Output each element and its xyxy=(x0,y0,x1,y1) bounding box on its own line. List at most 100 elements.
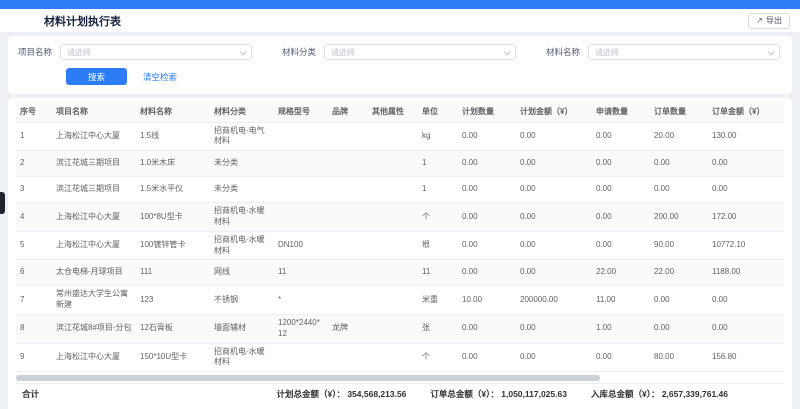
table-cell: 网线 xyxy=(210,260,274,286)
table-cell: 滨江花城三期项目 xyxy=(52,177,136,203)
column-header: 单位 xyxy=(418,102,458,122)
search-button[interactable]: 搜索 xyxy=(66,68,127,85)
table-cell: 0.00 xyxy=(458,151,516,177)
table-cell: 11.00 xyxy=(592,286,650,315)
filter-select-2[interactable]: 请选择 xyxy=(324,44,516,60)
table-row: 3滨江花城三期项目1.5米水平仪未分类10.000.000.000.000.00 xyxy=(16,177,784,203)
table-cell: 11 xyxy=(418,260,458,286)
clear-search-button[interactable]: 清空检索 xyxy=(143,71,177,83)
table-cell xyxy=(274,151,328,177)
table-cell xyxy=(368,122,418,151)
filter-select-3[interactable]: 请选择 xyxy=(588,44,780,60)
table-header-row: 序号项目名称材料名称材料分类规格型号品牌其他属性单位计划数量计划金额（¥）申请数… xyxy=(16,102,784,122)
table-cell: 根 xyxy=(418,231,458,260)
table-cell: 130.00 xyxy=(708,122,784,151)
table-cell: 2 xyxy=(16,151,52,177)
table-cell: 1 xyxy=(418,151,458,177)
table-cell: 招商机电-水暖材料 xyxy=(210,343,274,372)
table-cell: 11 xyxy=(274,260,328,286)
column-header: 其他属性 xyxy=(368,102,418,122)
table-cell: 0.00 xyxy=(592,231,650,260)
table-cell xyxy=(274,203,328,232)
summary-item-value: 354,568,213.56 xyxy=(345,389,406,399)
table-cell: 0.00 xyxy=(708,177,784,203)
table-cell: 0.00 xyxy=(458,177,516,203)
table-cell: 12石膏板 xyxy=(136,314,210,343)
table-cell xyxy=(328,151,368,177)
sidebar-collapse-handle[interactable] xyxy=(0,192,5,214)
export-button[interactable]: ↗ 导出 xyxy=(748,13,790,29)
table-cell: 张 xyxy=(418,314,458,343)
table-cell: 7 xyxy=(16,286,52,315)
table-cell: 上海松江中心大厦 xyxy=(52,203,136,232)
table-cell: 5 xyxy=(16,231,52,260)
table-cell xyxy=(274,177,328,203)
table-cell: 上海松江中心大厦 xyxy=(52,122,136,151)
table-cell xyxy=(368,151,418,177)
table-cell: 0.00 xyxy=(458,314,516,343)
table-cell: 111 xyxy=(136,260,210,286)
filter-label: 材料名称 xyxy=(546,46,580,58)
table-row: 8滨江花城8#项目-分包12石膏板墙面辅材1200*2440*12龙牌张0.00… xyxy=(16,314,784,343)
table-cell: 100*8U型卡 xyxy=(136,203,210,232)
table-cell xyxy=(274,122,328,151)
table-cell: 不锈钢 xyxy=(210,286,274,315)
column-header: 序号 xyxy=(16,102,52,122)
filter-select-1[interactable]: 请选择 xyxy=(60,44,252,60)
summary-total-label: 合计 xyxy=(16,388,39,400)
table-cell: 未分类 xyxy=(210,151,274,177)
table-cell: 招商机电-水暖材料 xyxy=(210,203,274,232)
filter-group-3: 材料名称 请选择 xyxy=(546,44,782,60)
summary-item-value: 2,657,339,761.46 xyxy=(659,389,728,399)
table-cell: 172.00 xyxy=(708,203,784,232)
table-cell xyxy=(368,343,418,372)
select-placeholder: 请选择 xyxy=(331,47,355,58)
summary-item: 入库总金额（¥）： 2,657,339,761.46 xyxy=(591,388,728,400)
filter-group-2: 材料分类请选择 xyxy=(282,44,518,60)
table-cell: 个 xyxy=(418,203,458,232)
table-cell xyxy=(328,231,368,260)
column-header: 规格型号 xyxy=(274,102,328,122)
table-cell: 滨江花城8#项目-分包 xyxy=(52,314,136,343)
summary-item-label: 订单总金额（¥）： xyxy=(430,389,498,399)
table-cell: 0.00 xyxy=(458,260,516,286)
table-cell: 0.00 xyxy=(708,286,784,315)
table-cell: 招商机电-电气材料 xyxy=(210,122,274,151)
table-cell: 1200*2440*12 xyxy=(274,314,328,343)
table-cell: 米重 xyxy=(418,286,458,315)
chevron-down-icon xyxy=(240,48,247,55)
scrollbar-thumb[interactable] xyxy=(16,375,600,381)
column-header: 计划数量 xyxy=(458,102,516,122)
table-cell xyxy=(328,122,368,151)
table-cell xyxy=(368,231,418,260)
table-cell: 0.00 xyxy=(708,314,784,343)
table-card: 序号项目名称材料名称材料分类规格型号品牌其他属性单位计划数量计划金额（¥）申请数… xyxy=(8,98,792,409)
pagination: 共 1673 条‹123456...84›前往页 xyxy=(16,404,784,409)
table-cell: 0.00 xyxy=(516,343,592,372)
table-cell: 10.00 xyxy=(458,286,516,315)
table-cell: 0.00 xyxy=(650,151,708,177)
table-cell: 0.00 xyxy=(458,122,516,151)
table-cell: 0.00 xyxy=(516,231,592,260)
table-cell: 0.00 xyxy=(650,177,708,203)
table-cell: 1 xyxy=(418,177,458,203)
table-cell xyxy=(368,314,418,343)
column-header: 材料名称 xyxy=(136,102,210,122)
table-cell: 0.00 xyxy=(458,231,516,260)
chevron-down-icon xyxy=(504,48,511,55)
table-cell: 22.00 xyxy=(650,260,708,286)
table-cell: 156.80 xyxy=(708,343,784,372)
column-header: 项目名称 xyxy=(52,102,136,122)
table-cell xyxy=(328,203,368,232)
table-cell: 1 xyxy=(16,122,52,151)
table-cell: 0.00 xyxy=(650,314,708,343)
table-cell: 4 xyxy=(16,203,52,232)
column-header: 申请数量 xyxy=(592,102,650,122)
table-cell: 1.5米水平仪 xyxy=(136,177,210,203)
table-cell: 0.00 xyxy=(708,151,784,177)
table-cell xyxy=(274,343,328,372)
table-row: 7常州盛达大学生公寓新建123不锈钢*米重10.00200000.0011.00… xyxy=(16,286,784,315)
select-placeholder: 请选择 xyxy=(595,47,619,58)
page-title: 材料计划执行表 xyxy=(44,13,121,29)
table-cell: 10772.10 xyxy=(708,231,784,260)
